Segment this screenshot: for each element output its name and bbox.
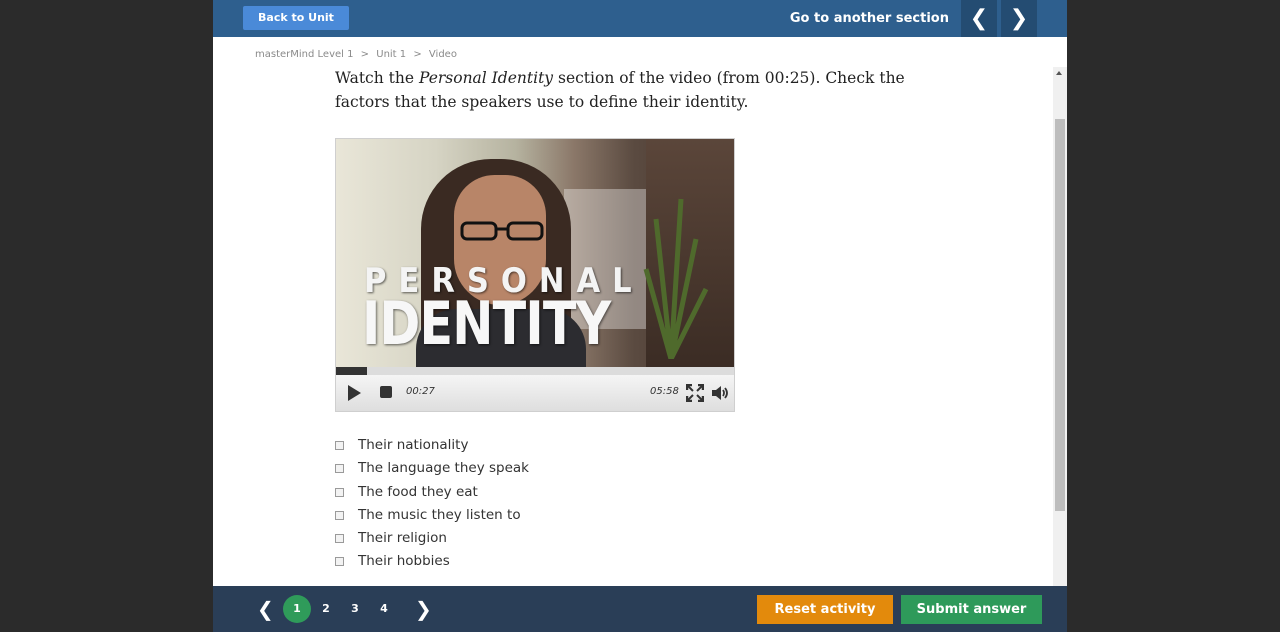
video-frame[interactable]: PERSONAL IDENTITY [336, 139, 734, 367]
video-progress-fill [336, 367, 367, 375]
reset-activity-button[interactable]: Reset activity [757, 595, 893, 624]
option-checkbox[interactable] [335, 441, 344, 450]
option-checkbox[interactable] [335, 510, 344, 520]
option-checkbox[interactable] [335, 487, 344, 497]
app-window: Back to Unit Go to another section ❮ ❯ m… [213, 0, 1067, 632]
total-time: 05:58 [650, 386, 679, 397]
page-1-button[interactable]: 1 [283, 595, 311, 623]
breadcrumb-separator: > [413, 49, 422, 60]
option-label[interactable]: The language they speak [358, 460, 529, 476]
page-4-button[interactable]: 4 [370, 595, 398, 623]
option-label[interactable]: The music they listen to [358, 507, 521, 523]
video-title-line2: IDENTITY [362, 289, 611, 359]
breadcrumb: masterMind Level 1 > Unit 1 > Video [255, 49, 457, 60]
chevron-right-icon[interactable]: ❯ [1001, 0, 1037, 37]
option-checkbox[interactable] [335, 464, 344, 474]
fullscreen-icon[interactable] [686, 384, 704, 402]
scroll-thumb[interactable] [1055, 119, 1065, 511]
go-to-section-label[interactable]: Go to another section [790, 0, 949, 37]
bottom-bar: ❮ 1 2 3 4 ❯ Reset activity Submit answer [213, 586, 1067, 632]
scroll-up-arrow-icon[interactable] [1056, 71, 1062, 75]
content-area: masterMind Level 1 > Unit 1 > Video Watc… [213, 37, 1067, 586]
option-checkbox[interactable] [335, 534, 344, 544]
glasses-image [460, 221, 544, 241]
video-controls: 00:27 05:58 [336, 375, 734, 411]
page-prev-icon[interactable]: ❮ [257, 586, 274, 632]
page-3-button[interactable]: 3 [341, 595, 369, 623]
chevron-left-icon[interactable]: ❮ [961, 0, 997, 37]
option-checkbox[interactable] [335, 557, 344, 567]
page-2-button[interactable]: 2 [312, 595, 340, 623]
video-progress-bar[interactable] [336, 367, 734, 375]
back-to-unit-button[interactable]: Back to Unit [243, 6, 349, 30]
instruction-before: Watch the [335, 69, 419, 87]
instruction-text: Watch the Personal Identity section of t… [335, 67, 915, 114]
video-player[interactable]: PERSONAL IDENTITY 00:27 05:58 [335, 138, 735, 412]
stop-icon[interactable] [380, 386, 392, 398]
breadcrumb-item-video: Video [428, 49, 457, 60]
instruction-emphasis: Personal Identity [418, 69, 554, 87]
page-next-icon[interactable]: ❯ [415, 586, 432, 632]
vertical-scrollbar[interactable] [1053, 67, 1067, 586]
current-time: 00:27 [406, 386, 435, 397]
option-label[interactable]: Their religion [358, 530, 447, 546]
submit-answer-button[interactable]: Submit answer [901, 595, 1042, 624]
breadcrumb-item-unit[interactable]: Unit 1 [376, 49, 406, 60]
top-bar: Back to Unit Go to another section ❮ ❯ [213, 0, 1067, 37]
volume-icon[interactable] [710, 383, 730, 403]
breadcrumb-separator: > [360, 49, 370, 60]
option-label[interactable]: Their nationality [358, 437, 468, 453]
option-label[interactable]: The food they eat [358, 484, 478, 500]
breadcrumb-item-level[interactable]: masterMind Level 1 [255, 49, 353, 60]
play-icon[interactable] [348, 385, 361, 401]
option-label[interactable]: Their hobbies [358, 553, 450, 569]
